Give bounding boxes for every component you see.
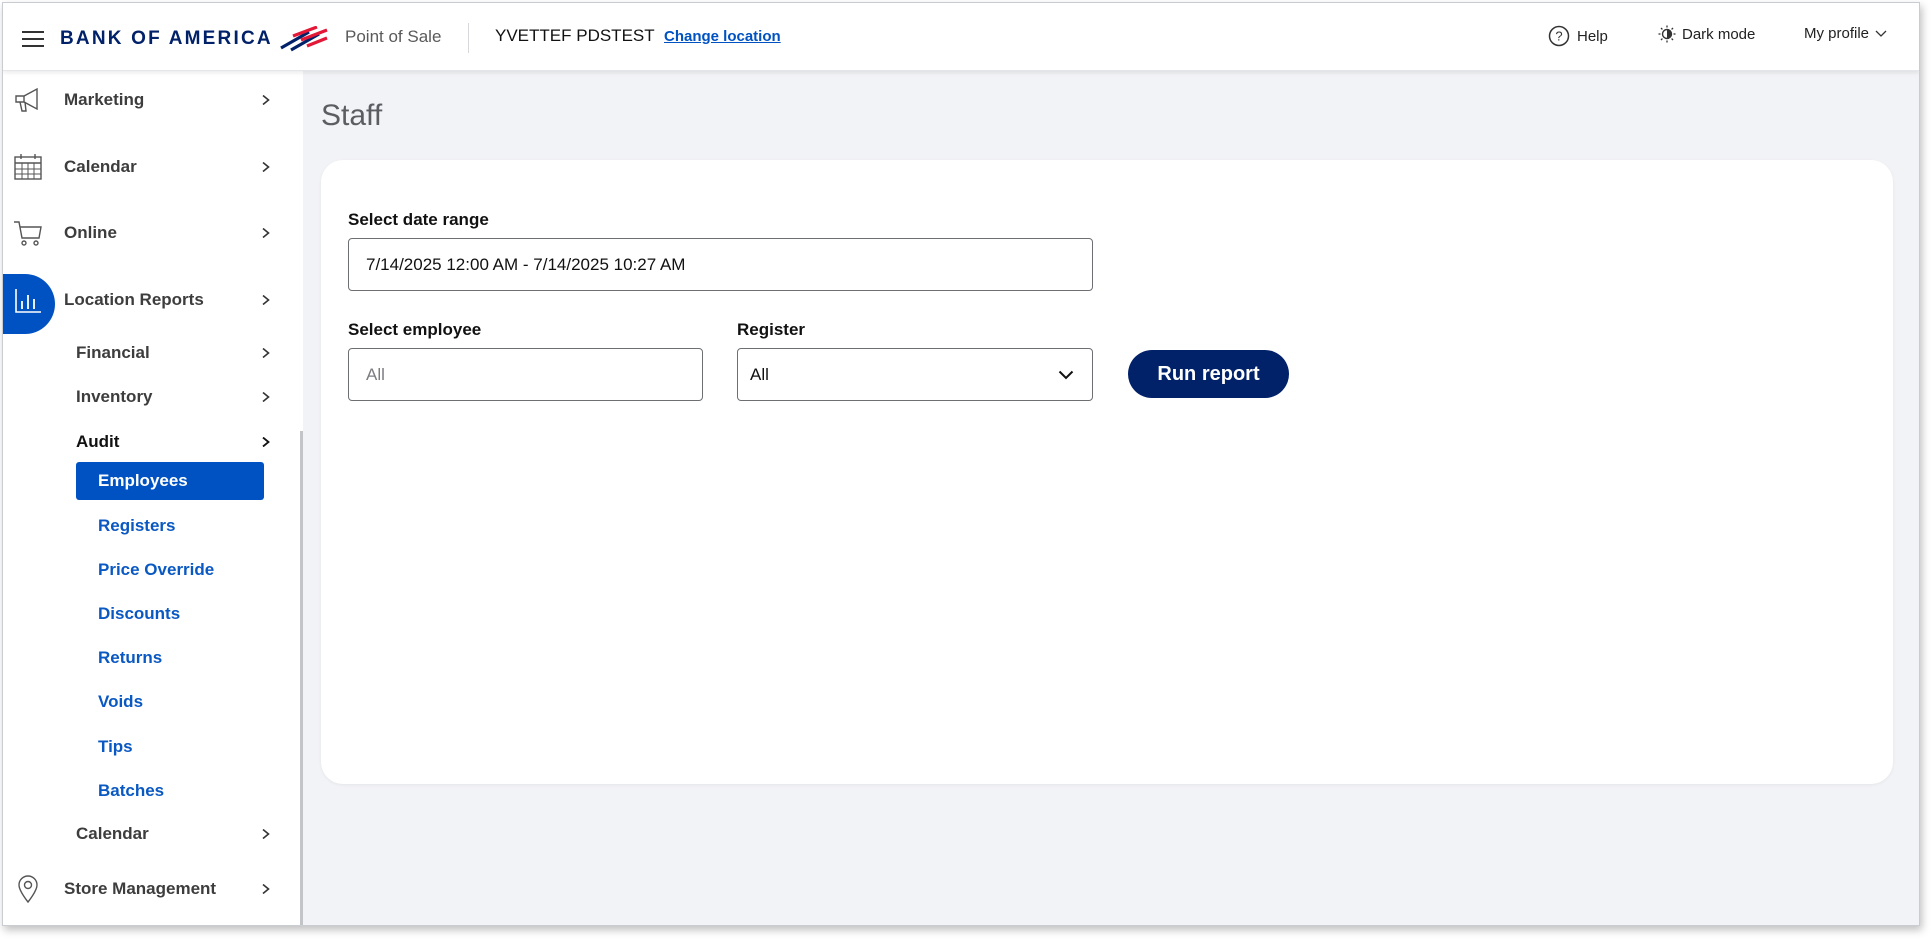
sidebar-leaf-returns[interactable]: Returns <box>76 639 264 677</box>
sidebar-leaf-tips[interactable]: Tips <box>76 728 264 766</box>
sidebar-subitem-inventory[interactable]: Inventory <box>76 378 286 416</box>
sidebar-item-location-reports[interactable]: Location Reports <box>3 271 283 334</box>
report-filter-card: Select date range 7/14/2025 12:00 AM - 7… <box>321 160 1893 784</box>
sidebar-subitem-financial[interactable]: Financial <box>76 334 286 372</box>
sidebar-item-store-management[interactable]: Store Management <box>3 860 283 918</box>
register-label: Register <box>737 320 806 339</box>
sidebar-item-calendar[interactable]: Calendar <box>3 138 283 196</box>
chevron-right-icon <box>262 437 270 447</box>
sidebar: Marketing Calendar Online Location Repor… <box>3 71 303 925</box>
bank-logo[interactable]: BANK OF AMERICA <box>60 25 329 53</box>
chevron-right-icon <box>262 829 270 839</box>
location-pin-icon <box>13 874 43 904</box>
sidebar-subitem-audit[interactable]: Audit <box>76 423 286 461</box>
chevron-right-icon <box>262 884 270 894</box>
employee-placeholder: All <box>366 364 385 384</box>
sidebar-item-marketing[interactable]: Marketing <box>3 71 283 129</box>
sidebar-scrollbar[interactable] <box>300 431 303 925</box>
change-location-link[interactable]: Change location <box>664 28 781 45</box>
help-button[interactable]: ? Help <box>1548 25 1608 47</box>
sidebar-leaf-employees[interactable]: Employees <box>76 462 264 500</box>
sidebar-item-label: Store Management <box>64 879 217 898</box>
calendar-icon <box>13 152 43 182</box>
svg-text:?: ? <box>1555 29 1562 44</box>
sidebar-leaf-voids[interactable]: Voids <box>76 683 264 721</box>
date-range-input[interactable]: 7/14/2025 12:00 AM - 7/14/2025 10:27 AM <box>348 238 1093 291</box>
date-range-value: 7/14/2025 12:00 AM - 7/14/2025 10:27 AM <box>366 254 686 274</box>
date-range-label: Select date range <box>348 210 489 229</box>
hamburger-menu-icon[interactable] <box>22 31 44 47</box>
chevron-down-icon <box>1875 30 1887 37</box>
sidebar-item-label: Marketing <box>64 90 145 109</box>
employee-label: Select employee <box>348 320 482 339</box>
header-divider <box>468 23 469 53</box>
chevron-down-icon <box>1058 370 1074 380</box>
employee-input[interactable]: All <box>348 348 703 401</box>
help-label: Help <box>1577 27 1608 45</box>
chevron-right-icon <box>262 95 270 105</box>
bar-chart-icon <box>13 286 43 316</box>
megaphone-icon <box>13 85 43 115</box>
sidebar-item-online[interactable]: Online <box>3 204 283 262</box>
chevron-right-icon <box>262 162 270 172</box>
cart-icon <box>13 218 43 248</box>
sidebar-leaf-batches[interactable]: Batches <box>76 772 264 810</box>
flag-logo-icon <box>280 26 328 52</box>
dark-mode-label: Dark mode <box>1682 25 1756 43</box>
logo-text: BANK OF AMERICA <box>60 28 273 49</box>
product-name: Point of Sale <box>345 27 442 46</box>
app-window: BANK OF AMERICA Point of Sale YVETTEF PD… <box>2 2 1920 926</box>
sidebar-subitem-label: Calendar <box>76 824 149 843</box>
sidebar-leaf-price-override[interactable]: Price Override <box>76 551 264 589</box>
sidebar-item-label: Calendar <box>64 157 137 176</box>
profile-menu[interactable]: My profile <box>1804 25 1887 42</box>
top-header: BANK OF AMERICA Point of Sale YVETTEF PD… <box>3 3 1919 71</box>
chevron-right-icon <box>262 392 270 402</box>
sidebar-subitem-label: Financial <box>76 343 150 362</box>
register-select[interactable]: All <box>737 348 1093 401</box>
store-name: YVETTEF PDSTEST <box>495 26 655 45</box>
run-report-button[interactable]: Run report <box>1128 350 1289 398</box>
sidebar-item-label: Location Reports <box>64 290 204 309</box>
sidebar-subitem-label: Audit <box>76 432 120 451</box>
sidebar-leaf-discounts[interactable]: Discounts <box>76 595 264 633</box>
chevron-right-icon <box>262 348 270 358</box>
sidebar-subitem-calendar[interactable]: Calendar <box>76 815 286 853</box>
dark-mode-toggle[interactable]: Dark mode <box>1658 25 1755 43</box>
sidebar-item-label: Online <box>64 223 117 242</box>
register-value: All <box>750 364 769 384</box>
chevron-right-icon <box>262 228 270 238</box>
sidebar-subitem-label: Inventory <box>76 387 153 406</box>
chevron-right-icon <box>262 295 270 305</box>
brightness-icon <box>1658 25 1676 43</box>
question-circle-icon: ? <box>1548 25 1570 47</box>
sidebar-leaf-registers[interactable]: Registers <box>76 507 264 545</box>
page-title: Staff <box>321 99 383 132</box>
profile-label: My profile <box>1804 25 1870 42</box>
